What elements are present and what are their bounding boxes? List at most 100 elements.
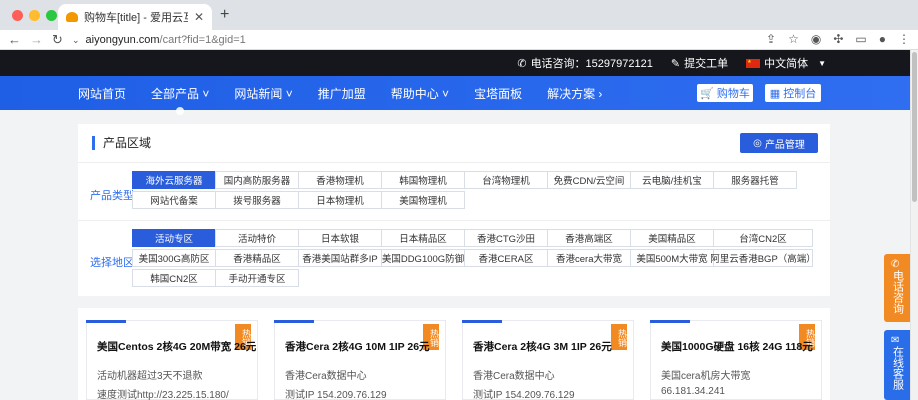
chat-icon: ✉: [891, 335, 900, 346]
cart-icon: 🛒: [700, 87, 714, 100]
region-chip[interactable]: 日本软银: [298, 229, 382, 247]
bookmark-star-icon[interactable]: ☆: [788, 32, 799, 46]
forward-arrow-icon[interactable]: →: [30, 32, 43, 47]
product-area-panel: 产品区域 ◎ 产品管理 产品类型 海外云服务器 国内高防服务器 香港物理机 韩国物理机…: [78, 124, 830, 296]
region-chip[interactable]: 美国DDG100G防御: [381, 249, 465, 267]
region-chip[interactable]: 美国精品区: [630, 229, 714, 247]
product-card[interactable]: 热销 香港Cera 2核4G 10M 1IP 26元 香港Cera数据中心 测试IP …: [274, 320, 446, 400]
card-line-2: 测试IP 154.209.76.129: [285, 390, 387, 400]
card-accent-bar: [462, 320, 502, 323]
card-title: 香港Cera 2核4G 3M 1IP 26元: [473, 341, 612, 353]
extension-shield-icon[interactable]: ◉: [811, 32, 821, 46]
region-chip[interactable]: 阿里云香港BGP（高端）: [710, 249, 816, 267]
card-line-1: 香港Cera数据中心: [473, 371, 555, 382]
panel-title: 产品区域: [92, 136, 151, 150]
product-type-chip[interactable]: 云电脑/挂机宝: [630, 171, 714, 189]
close-window-button[interactable]: [12, 10, 23, 21]
main-navigation: 网站首页 全部产品 ˅ 网站新闻 ˅ 推广加盟 帮助中心 ˅ 宝塔面板 解决方案 › 🛒 购…: [0, 76, 910, 115]
sidebar-icon[interactable]: ▭: [855, 32, 866, 46]
share-icon[interactable]: ⇪: [766, 32, 776, 46]
product-type-chip[interactable]: 日本物理机: [298, 191, 382, 209]
site-info-icon[interactable]: ⌄: [72, 35, 80, 46]
product-type-chip[interactable]: 网站代备案: [132, 191, 216, 209]
language-selector[interactable]: 中文简体 ▼: [746, 55, 826, 71]
product-type-chip[interactable]: 免费CDN/云空间: [547, 171, 631, 189]
nav-item-3[interactable]: 推广加盟: [318, 85, 366, 102]
region-chip[interactable]: 台湾CN2区: [713, 229, 813, 247]
site-favicon-icon: [66, 12, 78, 22]
region-chip[interactable]: 韩国CN2区: [132, 269, 216, 287]
card-accent-bar: [86, 320, 126, 323]
product-cards: 热销 美国Centos 2核4G 20M带宽 26元 活动机器超过3天不退款 速度测试…: [78, 308, 830, 400]
console-button[interactable]: ▦ 控制台: [765, 84, 821, 102]
puzzle-icon[interactable]: ✣: [833, 32, 843, 46]
phone-consult-label: 电话咨询：15297972121: [530, 58, 653, 70]
china-flag-icon: [746, 58, 761, 68]
more-menu-icon[interactable]: ⋮: [898, 32, 910, 46]
nav-item-5[interactable]: 宝塔面板: [474, 85, 522, 102]
card-line-2: 速度测试http://23.225.15.180/: [97, 390, 229, 400]
product-type-chip[interactable]: 韩国物理机: [381, 171, 465, 189]
product-card[interactable]: 热销 香港Cera 2核4G 3M 1IP 26元 香港Cera数据中心测试IP 1…: [462, 320, 634, 400]
submit-ticket-link[interactable]: ✎ 提交工单: [671, 55, 728, 71]
browser-extension-icons: ⇪ ☆ ◉ ✣ ▭ ● ⋮: [766, 32, 910, 46]
card-line-2: 测试IP 154.209.76.129: [473, 390, 575, 400]
tab-title: 购物车[title] - 爱用云互联-专注: [84, 12, 188, 24]
minimize-window-button[interactable]: [29, 10, 40, 21]
divider: [78, 162, 830, 163]
grid-icon: ▦: [769, 87, 781, 100]
back-arrow-icon[interactable]: ←: [8, 32, 21, 47]
divider: [78, 220, 830, 221]
nav-item-1[interactable]: 全部产品 ˅: [151, 85, 209, 115]
region-chip[interactable]: 香港cera大带宽: [547, 249, 631, 267]
phone-icon: ✆: [517, 57, 527, 70]
region-chip[interactable]: 日本精品区: [381, 229, 465, 247]
region-chip[interactable]: 香港美国站群多IP: [298, 249, 382, 267]
nav-item-6[interactable]: 解决方案 ›: [547, 85, 602, 102]
region-chip[interactable]: 活动专区: [132, 229, 216, 247]
product-type-chip[interactable]: 台湾物理机: [464, 171, 548, 189]
card-title: 美国Centos 2核4G 20M带宽 26元: [97, 341, 257, 353]
region-chip[interactable]: 香港CTG沙田: [464, 229, 548, 247]
product-card[interactable]: 热销 美国1000G硬盘 16核 24G 118元 美国cera机房大带宽 66.18…: [650, 320, 822, 400]
region-chip[interactable]: 美国300G高防区: [132, 249, 216, 267]
address-bar[interactable]: ⌄ aiyongyun.com /cart?fid=1&gid=1: [72, 31, 822, 49]
hot-badge: 热销: [611, 324, 627, 350]
nav-item-0[interactable]: 网站首页: [78, 85, 126, 102]
product-type-chip[interactable]: 香港物理机: [298, 171, 382, 189]
product-type-chip[interactable]: 国内高防服务器: [215, 171, 299, 189]
card-accent-bar: [650, 320, 690, 323]
nav-item-2[interactable]: 网站新闻 ˅: [234, 85, 292, 102]
phone-consult[interactable]: ✆ 电话咨询：15297972121: [517, 55, 653, 71]
product-type-chip[interactable]: 服务器托管: [713, 171, 797, 189]
card-title: 香港Cera 2核4G 10M 1IP 26元: [285, 341, 430, 353]
tab-close-icon[interactable]: ✕: [194, 10, 204, 24]
maximize-window-button[interactable]: [46, 10, 57, 21]
online-service-float[interactable]: ✉ 在线客服: [884, 330, 910, 400]
edit-icon: ✎: [670, 57, 681, 70]
phone-consult-float-label: 电话咨询: [891, 270, 904, 314]
console-label: 控制台: [783, 88, 817, 100]
region-chip[interactable]: 香港CERA区: [464, 249, 548, 267]
product-type-chip[interactable]: 拨号服务器: [215, 191, 299, 209]
nav-item-4[interactable]: 帮助中心 ˅: [391, 85, 449, 102]
page-scrollbar[interactable]: [910, 50, 918, 400]
product-manage-button[interactable]: ◎ 产品管理: [740, 133, 818, 153]
card-line-2: 66.181.34.241: [661, 386, 725, 397]
cart-button[interactable]: 🛒 购物车: [697, 84, 753, 102]
profile-avatar-icon[interactable]: ●: [879, 32, 886, 46]
browser-tab-active[interactable]: 购物车[title] - 爱用云互联-专注 ✕: [58, 4, 212, 30]
phone-consult-float[interactable]: ✆ 电话咨询: [884, 254, 910, 322]
region-chip[interactable]: 手动开通专区: [215, 269, 299, 287]
region-chip[interactable]: 活动特价: [215, 229, 299, 247]
region-chip[interactable]: 美国500M大带宽: [630, 249, 714, 267]
browser-toolbar: ← → ↻ ⌄ aiyongyun.com /cart?fid=1&gid=1 …: [0, 30, 918, 50]
product-card[interactable]: 热销 美国Centos 2核4G 20M带宽 26元 活动机器超过3天不退款 速度测试…: [86, 320, 258, 400]
product-type-chip[interactable]: 美国物理机: [381, 191, 465, 209]
scrollbar-thumb[interactable]: [912, 52, 917, 202]
new-tab-button[interactable]: +: [220, 6, 229, 24]
reload-icon[interactable]: ↻: [52, 32, 63, 48]
product-type-chip[interactable]: 海外云服务器: [132, 171, 216, 189]
region-chip[interactable]: 香港精品区: [215, 249, 299, 267]
region-chip[interactable]: 香港高端区: [547, 229, 631, 247]
